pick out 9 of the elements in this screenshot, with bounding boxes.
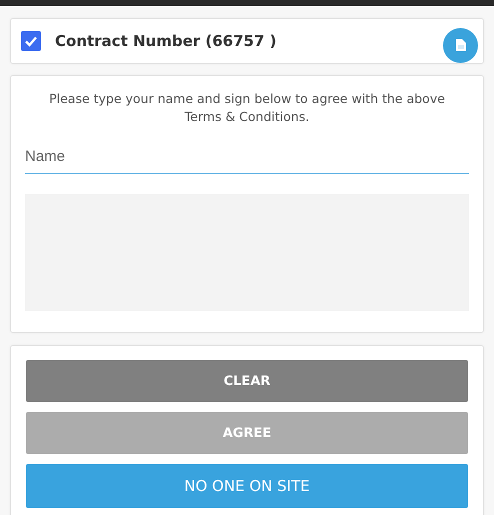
action-button[interactable]: NO ONE ON SITE: [26, 464, 468, 508]
name-field[interactable]: Name: [25, 144, 469, 174]
checkmark-icon: [24, 34, 38, 48]
action-button[interactable]: CLEAR: [26, 360, 468, 402]
document-icon: [454, 38, 466, 52]
document-button[interactable]: [443, 28, 478, 62]
checkbox[interactable]: [21, 31, 41, 51]
instruction-text: Please type your name and sign below to agree with the above Terms & Conditions.: [48, 90, 446, 126]
contract-title: Contract Number (66757 ): [55, 32, 278, 50]
